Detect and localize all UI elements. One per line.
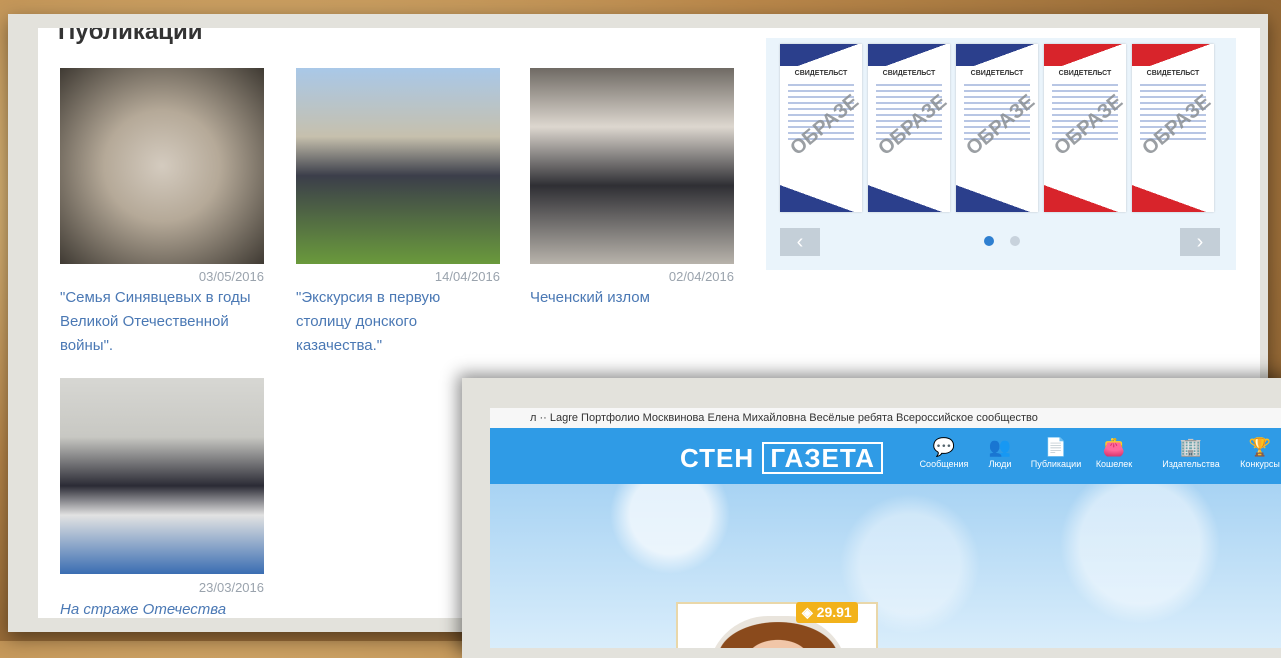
publication-date: 02/04/2016 <box>668 269 734 284</box>
nav-publications[interactable]: 📄 Публикации <box>1026 436 1086 470</box>
rating-badge: ◈ 29.91 <box>796 602 858 623</box>
publication-link[interactable]: "Семья Синявцевых в годы Великой Отечест… <box>60 286 260 358</box>
nav-label: Публикации <box>1030 459 1082 469</box>
nav-label: Сообщения <box>919 459 969 469</box>
messages-icon: 💬 <box>932 437 956 457</box>
publication-thumbnail[interactable] <box>530 68 734 264</box>
publication-link[interactable]: "Экскурсия в первую столицу донского каз… <box>296 286 496 358</box>
publication-date: 14/04/2016 <box>434 269 500 284</box>
certificate-slide[interactable]: СВИДЕТЕЛЬСТ ОБРАЗЕ <box>868 44 950 212</box>
nav-label: Издательства <box>1162 459 1220 469</box>
publication-thumbnail[interactable] <box>60 68 264 264</box>
certificate-header: СВИДЕТЕЛЬСТ <box>1146 70 1200 77</box>
wallet-icon: 👛 <box>1102 437 1126 457</box>
gazeta-page: л ·· Lagre Портфолио Москвинова Елена Ми… <box>490 408 1281 648</box>
certificate-slide[interactable]: СВИДЕТЕЛЬСТ ОБРАЗЕ <box>1044 44 1126 212</box>
logo-text-left: СТЕН <box>680 443 755 473</box>
nav-label: Люди <box>988 459 1012 469</box>
certificate-slide[interactable]: СВИДЕТЕЛЬСТ ОБРАЗЕ <box>956 44 1038 212</box>
page-title: Публикации <box>58 28 203 45</box>
publication-date: 03/05/2016 <box>198 269 264 284</box>
logo-text-right: ГАЗЕТА <box>762 442 883 474</box>
certificate-header: СВИДЕТЕЛЬСТ <box>882 70 936 77</box>
certificate-slide[interactable]: СВИДЕТЕЛЬСТ ОБРАЗЕ <box>780 44 862 212</box>
breadcrumb-strip: л ·· Lagre Портфолио Москвинова Елена Ми… <box>490 408 1281 428</box>
certificate-slider: СВИДЕТЕЛЬСТ ОБРАЗЕ СВИДЕТЕЛЬСТ ОБРАЗЕ СВ… <box>766 38 1236 270</box>
top-navbar: СТЕН ГАЗЕТА 💬 Сообщения 👥 Люди 📄 Публика… <box>490 428 1281 484</box>
nav-label: Кошелек <box>1095 459 1133 469</box>
nav-label: Конкурсы <box>1240 459 1280 469</box>
publication-link[interactable]: На страже Отечества <box>60 598 260 618</box>
people-icon: 👥 <box>988 437 1012 457</box>
profile-hero-background <box>490 484 1281 648</box>
slider-dot-active[interactable] <box>984 236 994 246</box>
nav-publishers[interactable]: 🏢 Издательства <box>1154 436 1228 470</box>
publication-thumbnail[interactable] <box>296 68 500 264</box>
certificate-header: СВИДЕТЕЛЬСТ <box>794 70 848 77</box>
nav-contests[interactable]: 🏆 Конкурсы <box>1230 436 1281 470</box>
slider-next-button[interactable]: › <box>1180 228 1220 256</box>
trophy-icon: 🏆 <box>1248 437 1272 457</box>
nav-messages[interactable]: 💬 Сообщения <box>914 436 974 470</box>
certificate-header: СВИДЕТЕЛЬСТ <box>1058 70 1112 77</box>
slider-prev-button[interactable]: ‹ <box>780 228 820 256</box>
publication-thumbnail[interactable] <box>60 378 264 574</box>
publication-date: 23/03/2016 <box>198 580 264 595</box>
publication-link[interactable]: Чеченский излом <box>530 286 730 310</box>
slider-dot[interactable] <box>1010 236 1020 246</box>
nav-wallet[interactable]: 👛 Кошелек <box>1084 436 1144 470</box>
document-icon: 📄 <box>1044 437 1068 457</box>
certificate-slide[interactable]: СВИДЕТЕЛЬСТ ОБРАЗЕ <box>1132 44 1214 212</box>
nav-people[interactable]: 👥 Люди <box>970 436 1030 470</box>
building-icon: 🏢 <box>1179 437 1203 457</box>
certificate-header: СВИДЕТЕЛЬСТ <box>970 70 1024 77</box>
site-logo[interactable]: СТЕН ГАЗЕТА <box>680 442 883 474</box>
